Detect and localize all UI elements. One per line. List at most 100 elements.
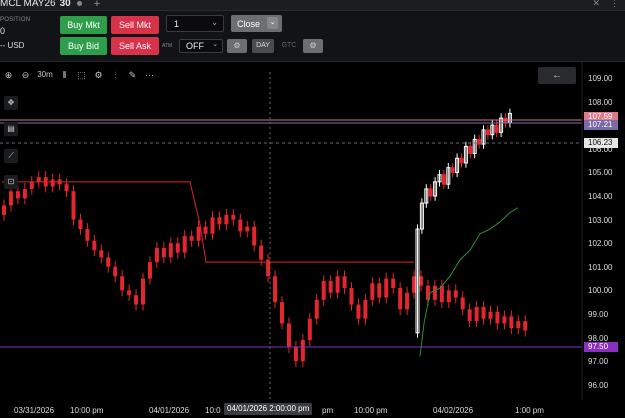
scroll-to-latest-button[interactable]: ← bbox=[538, 67, 576, 84]
last-price-tag: 107.21 bbox=[584, 120, 618, 130]
price-tick-label: 100.00 bbox=[588, 286, 613, 296]
candle-body bbox=[203, 226, 208, 234]
candle-body bbox=[398, 288, 403, 310]
atm-strategy-value: OFF bbox=[186, 41, 204, 51]
close-label: Close bbox=[237, 18, 261, 29]
candle-body bbox=[335, 276, 340, 293]
candle-body bbox=[99, 250, 104, 258]
candle-body bbox=[210, 217, 215, 234]
candle-body bbox=[113, 266, 118, 277]
time-label-crosshair-suffix: pm bbox=[322, 406, 334, 415]
time-label: 10:00 pm bbox=[70, 406, 104, 415]
candle-body bbox=[29, 181, 34, 189]
candle-body bbox=[252, 226, 257, 246]
close-window-icon[interactable]: ✕ bbox=[592, 0, 600, 9]
candle-body bbox=[189, 236, 194, 241]
candle-body bbox=[495, 311, 500, 324]
zoom-out-icon[interactable]: ⊖ bbox=[17, 67, 34, 83]
candle-body bbox=[127, 290, 132, 296]
order-settings-gear-icon[interactable]: ⚙ bbox=[303, 39, 323, 53]
window-title-bar: MCL MAY26 30 + ✕ ⋮ bbox=[0, 0, 625, 11]
price-tick-label: 97.00 bbox=[588, 357, 609, 367]
indicators-icon[interactable]: ⫶ bbox=[107, 67, 124, 83]
chart-toolbar: ⊕ ⊖ 30m ⫴ ⬚ ⚙ ⫶ ✎ ⋯ bbox=[0, 67, 158, 83]
tab-symbol: MCL MAY26 bbox=[0, 0, 56, 9]
more-icon[interactable]: ⋯ bbox=[141, 67, 158, 83]
select-region-icon[interactable]: ⬚ bbox=[73, 67, 90, 83]
candle-body bbox=[259, 245, 264, 260]
candle-body bbox=[217, 217, 222, 225]
sell-market-button[interactable]: Sell Mkt bbox=[111, 16, 159, 34]
candle-body bbox=[85, 229, 90, 241]
candle-body bbox=[147, 262, 152, 279]
crosshair-tool-icon[interactable]: ✥ bbox=[4, 96, 18, 110]
time-label: 03/31/2026 bbox=[14, 406, 55, 415]
price-tick-label: 105.00 bbox=[588, 168, 613, 178]
candle-body bbox=[2, 205, 6, 215]
candle-body bbox=[441, 174, 446, 185]
candle-body bbox=[231, 214, 236, 220]
candle-body bbox=[196, 226, 201, 241]
buy-market-button[interactable]: Buy Mkt bbox=[60, 16, 107, 34]
price-tick-label: 109.00 bbox=[588, 74, 613, 83]
quantity-select[interactable]: 1 ⌄ bbox=[166, 15, 224, 32]
candle-body bbox=[141, 278, 145, 305]
candle-body bbox=[182, 236, 187, 253]
indicator-line-red bbox=[2, 181, 414, 263]
bar-type-icon[interactable]: ⫴ bbox=[56, 67, 73, 83]
interval-selector[interactable]: 30m bbox=[34, 67, 56, 83]
tif-gtc-button[interactable]: GTC bbox=[278, 39, 300, 53]
add-tab-icon[interactable]: + bbox=[94, 0, 100, 10]
crosshair-time-tag: 04/01/2026 2:00:00 pm bbox=[224, 403, 313, 415]
candle-body bbox=[356, 304, 361, 319]
position-unit: -- USD bbox=[0, 41, 25, 50]
price-tick-label: 108.00 bbox=[588, 97, 613, 107]
candle-body bbox=[175, 243, 180, 253]
trash-icon[interactable]: ▤ bbox=[4, 122, 18, 136]
candle-body bbox=[459, 157, 464, 164]
time-label: 1:00 pm bbox=[515, 406, 544, 415]
price-chart[interactable] bbox=[0, 62, 625, 418]
candle-body bbox=[419, 276, 423, 286]
side-drawing-tools: ✥ ▤ ⟋ ⊡ bbox=[0, 93, 22, 195]
candle-body bbox=[273, 276, 278, 303]
candle-body bbox=[377, 283, 382, 298]
price-tick-label: 102.00 bbox=[588, 239, 613, 249]
time-label: 10:0 bbox=[205, 406, 221, 415]
candle-body bbox=[224, 214, 229, 225]
sell-ask-button[interactable]: Sell Ask bbox=[111, 37, 159, 55]
candle-body bbox=[300, 339, 305, 362]
atm-strategy-select[interactable]: OFF ⌄ bbox=[179, 39, 223, 53]
drawing-tools-icon[interactable]: ✎ bbox=[124, 67, 141, 83]
buy-bid-button[interactable]: Buy Bid bbox=[60, 37, 107, 55]
candlestick-series bbox=[2, 108, 528, 368]
candle-body bbox=[286, 323, 291, 348]
candle-body bbox=[494, 124, 499, 133]
quantity-value: 1 bbox=[174, 18, 180, 29]
candle-body bbox=[516, 321, 521, 329]
order-panel: POSITION 0 -- USD Buy Mkt Sell Mkt Buy B… bbox=[0, 11, 625, 62]
close-position-button[interactable]: Close ⌄ bbox=[231, 15, 282, 32]
candle-body bbox=[485, 129, 490, 136]
candle-body bbox=[134, 295, 139, 305]
candle-body bbox=[370, 283, 375, 300]
candle-body bbox=[405, 292, 410, 310]
candle-body bbox=[168, 243, 173, 258]
atm-settings-gear-icon[interactable]: ⚙ bbox=[227, 39, 247, 53]
time-label: 04/02/2026 bbox=[433, 406, 474, 415]
position-value: 0 bbox=[0, 26, 6, 36]
candle-body bbox=[391, 278, 396, 289]
candle-body bbox=[154, 247, 159, 263]
chevron-down-icon: ⌄ bbox=[212, 41, 218, 48]
chart-tab[interactable]: MCL MAY26 30 + bbox=[0, 0, 100, 10]
zoom-in-icon[interactable]: ⊕ bbox=[0, 67, 17, 83]
window-controls: ✕ ⋮ bbox=[592, 0, 619, 9]
candle-body bbox=[280, 302, 284, 324]
lock-icon[interactable]: ⊡ bbox=[4, 175, 18, 189]
chevron-down-icon[interactable]: ⌄ bbox=[267, 17, 278, 29]
gear-icon[interactable]: ⚙ bbox=[90, 67, 107, 83]
tif-day-button[interactable]: DAY bbox=[252, 39, 274, 53]
draw-line-icon[interactable]: ⟋ bbox=[4, 149, 18, 163]
menu-icon[interactable]: ⋮ bbox=[610, 0, 619, 9]
tab-status-dot-icon bbox=[76, 1, 82, 6]
